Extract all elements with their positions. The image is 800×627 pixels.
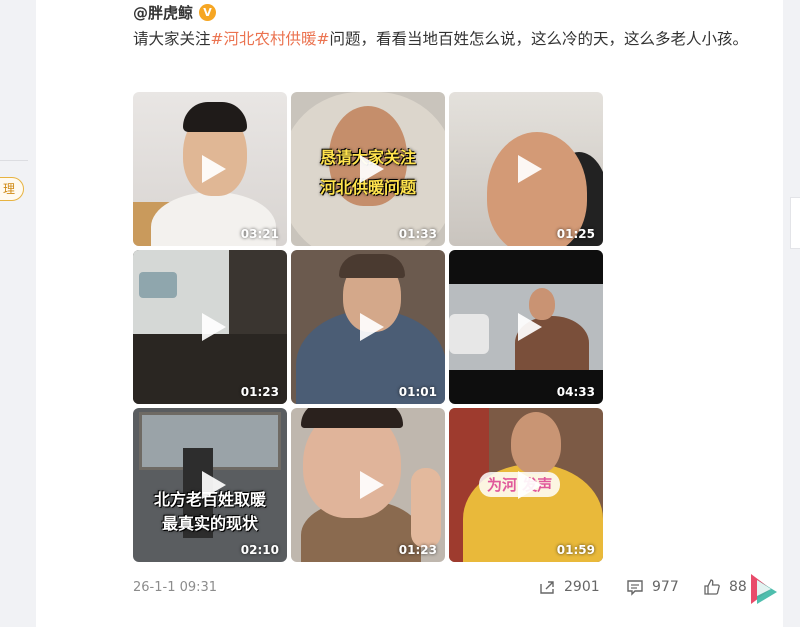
comment-button[interactable]: 977: [626, 578, 679, 596]
video-overlay-subtitle: 最真实的现状: [161, 514, 258, 533]
video-thumbnail-6[interactable]: 04:33: [449, 250, 603, 404]
comment-count: 977: [652, 579, 679, 595]
video-duration: 01:23: [240, 385, 279, 399]
video-duration: 03:21: [240, 227, 279, 241]
post-author[interactable]: @胖虎鲸 V: [133, 0, 217, 24]
post-text: 请大家关注#河北农村供暖#问题，看看当地百姓怎么说，这么冷的天，这么多老人小孩。: [133, 26, 758, 53]
video-duration: 01:23: [398, 543, 437, 557]
comment-icon: [627, 580, 643, 596]
video-thumbnail-7[interactable]: 北方老百姓取暖 最真实的现状 02:10: [133, 408, 287, 562]
post-text-after: 问题，看看当地百姓怎么说，这么冷的天，这么多老人小孩。: [329, 30, 749, 48]
video-thumbnail-4[interactable]: 01:23: [133, 250, 287, 404]
post-timestamp[interactable]: 26-1-1 09:31: [133, 580, 217, 595]
video-duration: 01:01: [398, 385, 437, 399]
repost-icon: [540, 581, 554, 594]
repost-count: 2901: [564, 579, 600, 595]
play-icon: [360, 155, 384, 183]
video-thumbnail-5[interactable]: 01:01: [291, 250, 445, 404]
right-sidebar-edge: [783, 0, 800, 627]
video-duration: 04:33: [556, 385, 595, 399]
video-thumbnail-8[interactable]: 01:23: [291, 408, 445, 562]
play-icon: [518, 471, 542, 499]
thumbs-up-icon: [704, 579, 720, 595]
video-grid: 03:21 恳请大家关注 河北供暖问题 01:33 01:25 01:23 01…: [133, 92, 604, 564]
video-duration: 01:25: [556, 227, 595, 241]
video-duration: 01:59: [556, 543, 595, 557]
video-thumbnail-3[interactable]: 01:25: [449, 92, 603, 246]
video-thumbnail-1[interactable]: 03:21: [133, 92, 287, 246]
play-icon: [518, 155, 542, 183]
left-manage-tag[interactable]: 理: [0, 177, 24, 201]
app-logo-icon: [751, 574, 777, 604]
hashtag-link[interactable]: #河北农村供暖#: [211, 30, 330, 48]
play-icon: [202, 155, 226, 183]
verified-badge-icon: V: [199, 3, 217, 21]
video-duration: 02:10: [240, 543, 279, 557]
repost-button[interactable]: 2901: [538, 578, 600, 596]
play-icon: [360, 313, 384, 341]
like-button[interactable]: 88: [703, 578, 747, 596]
play-icon: [202, 313, 226, 341]
post-footer: 26-1-1 09:31 2901 977 88: [133, 578, 783, 598]
play-icon: [360, 471, 384, 499]
video-duration: 01:33: [398, 227, 437, 241]
author-name[interactable]: @胖虎鲸: [133, 2, 193, 23]
play-icon: [518, 313, 542, 341]
right-panel-edge: [790, 197, 800, 249]
video-thumbnail-9[interactable]: 为河 发声 01:59: [449, 408, 603, 562]
video-thumbnail-2[interactable]: 恳请大家关注 河北供暖问题 01:33: [291, 92, 445, 246]
left-divider: [0, 160, 28, 161]
left-sidebar-edge: [0, 0, 28, 627]
post-text-before: 请大家关注: [133, 30, 211, 48]
play-icon: [202, 471, 226, 499]
